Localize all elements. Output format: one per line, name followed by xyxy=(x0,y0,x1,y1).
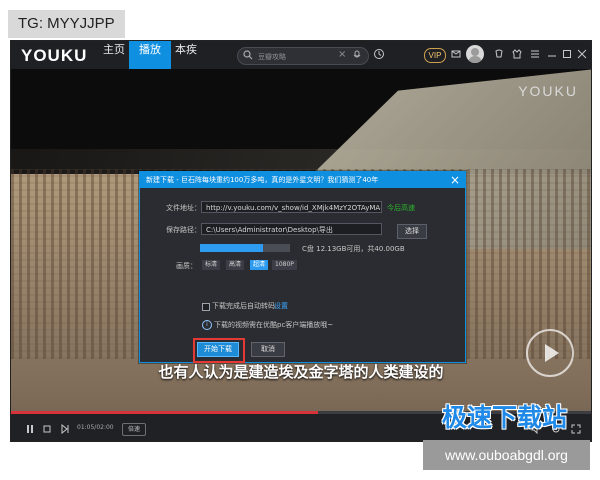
info-icon: i xyxy=(202,320,212,330)
minimize-icon[interactable] xyxy=(546,48,558,60)
disk-info-text: C盘 12.13GB可用，共40.00GB xyxy=(302,245,405,253)
top-bar: YOUKU 主页 播放 本疾 × VIP xyxy=(11,41,591,69)
choose-path-button[interactable]: 选择 xyxy=(397,224,427,239)
youku-app-window: YOUKU 主页 播放 本疾 × VIP xyxy=(10,40,592,442)
dialog-titlebar: 新建下载 - 巨石阵每块重约100万多吨，真的是外星文明？我们猜测了40年 × xyxy=(140,172,465,188)
quality-label: 画质： xyxy=(176,262,197,270)
playback-progress-fill xyxy=(11,411,319,414)
disk-usage-fill xyxy=(200,244,263,252)
search-box[interactable]: × xyxy=(237,47,369,66)
file-url-field[interactable]: http://v.youku.com/v_show/id_XMjk4MzY2OT… xyxy=(201,201,382,213)
site-label: www.ouboabgdl.org xyxy=(423,440,590,470)
brand-overlay: 极速下载站 xyxy=(442,403,568,432)
save-path-label: 保存路径： xyxy=(166,226,201,234)
copy-link[interactable]: 今后高速 xyxy=(387,203,415,213)
file-url-label: 文件地址： xyxy=(166,204,201,212)
maximize-icon[interactable] xyxy=(561,48,573,60)
speed-button[interactable]: 倍速 xyxy=(122,423,146,436)
dialog-title: 新建下载 - 巨石阵每块重约100万多吨，真的是外星文明？我们猜测了40年 xyxy=(146,176,379,184)
quality-standard[interactable]: 标清 xyxy=(202,260,221,270)
clear-icon[interactable]: × xyxy=(338,49,346,60)
youku-logo[interactable]: YOUKU xyxy=(21,46,87,65)
cancel-button[interactable]: 取消 xyxy=(251,342,285,357)
dialog-close-icon[interactable]: × xyxy=(450,173,460,187)
search-icon[interactable] xyxy=(243,50,253,60)
tg-label: TG: MYYJJPP xyxy=(8,10,125,38)
shirt-icon[interactable] xyxy=(511,48,523,60)
quality-super[interactable]: 超清 xyxy=(250,260,269,270)
playback-time: 01:05/02:00 xyxy=(77,424,114,431)
auto-transcode-label: 下载完成后自动转码 xyxy=(212,302,275,310)
video-subtitle: 也有人认为是建造埃及金字塔的人类建设的 xyxy=(158,363,444,381)
quality-high[interactable]: 高清 xyxy=(226,260,245,270)
menu-icon[interactable] xyxy=(529,48,541,60)
avatar[interactable] xyxy=(466,45,484,63)
skin-icon[interactable] xyxy=(493,48,505,60)
stop-icon[interactable] xyxy=(42,424,52,434)
pause-icon[interactable] xyxy=(25,424,35,434)
video-watermark: YOUKU xyxy=(518,83,578,99)
play-overlay-icon[interactable] xyxy=(526,329,574,377)
settings-link[interactable]: 设置 xyxy=(274,301,288,311)
close-icon[interactable] xyxy=(576,48,588,60)
quality-1080p[interactable]: 1080P xyxy=(272,260,297,270)
download-dialog: 新建下载 - 巨石阵每块重约100万多吨，真的是外星文明？我们猜测了40年 × … xyxy=(139,171,466,363)
start-download-button[interactable]: 开始下载 xyxy=(197,342,239,357)
fullscreen-icon[interactable] xyxy=(571,424,581,434)
save-path-field[interactable]: C:\Users\Administrator\Desktop\导出 xyxy=(201,223,382,235)
info-text: 下载的视频需在优酷pc客户端播放哦~ xyxy=(214,321,334,329)
video-player[interactable]: YOUKU 新建下载 - 巨石阵每块重约100万多吨，真的是外星文明？我们猜测了… xyxy=(11,69,591,411)
vip-badge[interactable]: VIP xyxy=(424,48,446,63)
auto-transcode-checkbox[interactable] xyxy=(202,303,210,311)
message-icon[interactable] xyxy=(450,48,462,60)
microphone-icon[interactable] xyxy=(352,50,362,60)
history-clock-icon[interactable] xyxy=(373,48,385,60)
search-input[interactable] xyxy=(256,48,340,66)
next-icon[interactable] xyxy=(60,424,70,434)
nav-tab-other[interactable]: 本疾 xyxy=(165,41,207,69)
disk-usage-bar xyxy=(200,244,290,252)
